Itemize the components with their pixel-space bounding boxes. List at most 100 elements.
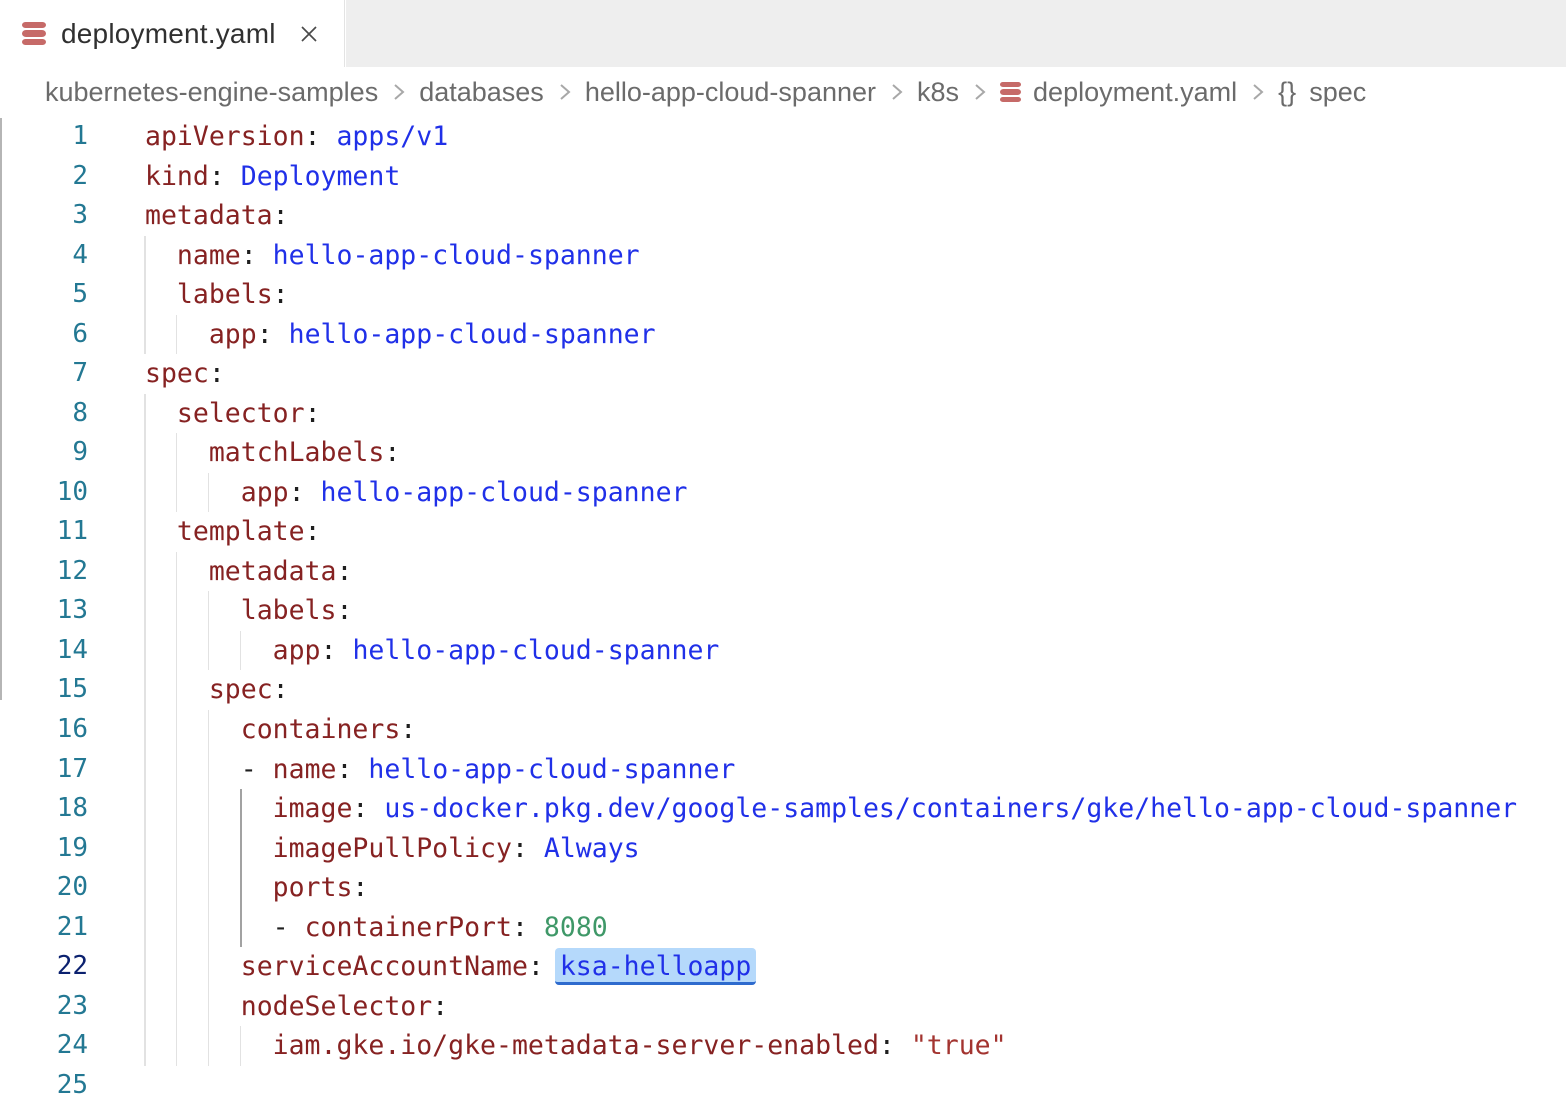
code-line-6[interactable]: 6 app: hello-app-cloud-spanner xyxy=(0,315,1566,355)
code-line-23[interactable]: 23 nodeSelector: xyxy=(0,987,1566,1027)
line-number[interactable]: 13 xyxy=(0,591,88,631)
breadcrumb-item-k8s[interactable]: k8s xyxy=(917,77,959,108)
line-number[interactable]: 21 xyxy=(0,908,88,948)
indent-guide xyxy=(144,275,146,315)
breadcrumb-item-spec[interactable]: spec xyxy=(1309,77,1366,108)
code-line-13[interactable]: 13 labels: xyxy=(0,591,1566,631)
code-line-2[interactable]: 2kind: Deployment xyxy=(0,157,1566,197)
code-token: spec xyxy=(209,674,273,705)
code-line-17[interactable]: 17 - name: hello-app-cloud-spanner xyxy=(0,750,1566,790)
breadcrumb-item-databases[interactable]: databases xyxy=(419,77,544,108)
line-number[interactable]: 14 xyxy=(0,631,88,671)
code-line-22[interactable]: 22 serviceAccountName: ksa-helloapp xyxy=(0,947,1566,987)
line-number[interactable]: 6 xyxy=(0,315,88,355)
indent-guide xyxy=(208,1026,210,1066)
indent-guide xyxy=(208,908,210,948)
indent-guide xyxy=(144,433,146,473)
code-line-5[interactable]: 5 labels: xyxy=(0,275,1566,315)
code-token: : xyxy=(512,912,544,943)
code-line-9[interactable]: 9 matchLabels: xyxy=(0,433,1566,473)
code-token: containers xyxy=(241,714,401,745)
code-token xyxy=(145,754,241,785)
line-number[interactable]: 18 xyxy=(0,789,88,829)
indent-guide xyxy=(208,750,210,790)
indent-guide xyxy=(240,631,242,671)
line-number[interactable]: 12 xyxy=(0,552,88,592)
line-number[interactable]: 23 xyxy=(0,987,88,1027)
line-number[interactable]: 3 xyxy=(0,196,88,236)
code-line-1[interactable]: 1apiVersion: apps/v1 xyxy=(0,117,1566,157)
code-line-25[interactable]: 25 xyxy=(0,1066,1566,1094)
line-number[interactable]: 11 xyxy=(0,512,88,552)
line-number[interactable]: 8 xyxy=(0,394,88,434)
indent-guide xyxy=(144,868,146,908)
code-line-18[interactable]: 18 image: us-docker.pkg.dev/google-sampl… xyxy=(0,789,1566,829)
code-line-16[interactable]: 16 containers: xyxy=(0,710,1566,750)
code-line-24[interactable]: 24 iam.gke.io/gke-metadata-server-enable… xyxy=(0,1026,1566,1066)
line-number[interactable]: 17 xyxy=(0,750,88,790)
code-line-11[interactable]: 11 template: xyxy=(0,512,1566,552)
code-token: apps/v1 xyxy=(336,121,448,152)
indent-guide xyxy=(176,987,178,1027)
line-number[interactable]: 16 xyxy=(0,710,88,750)
editor-left-sash[interactable] xyxy=(0,118,2,700)
code-token: nodeSelector xyxy=(241,991,432,1022)
line-number[interactable]: 1 xyxy=(0,117,88,157)
code-token: : xyxy=(432,991,448,1022)
indent-guide xyxy=(144,829,146,869)
code-token: app xyxy=(273,635,321,666)
line-number[interactable]: 15 xyxy=(0,670,88,710)
indent-guide xyxy=(144,750,146,790)
code-line-14[interactable]: 14 app: hello-app-cloud-spanner xyxy=(0,631,1566,671)
tab-bar: deployment.yaml xyxy=(0,0,1566,67)
indent-guide xyxy=(144,552,146,592)
code-token: matchLabels xyxy=(209,437,385,468)
code-line-3[interactable]: 3metadata: xyxy=(0,196,1566,236)
code-line-15[interactable]: 15 spec: xyxy=(0,670,1566,710)
code-editor[interactable]: 1apiVersion: apps/v12kind: Deployment3me… xyxy=(0,117,1566,1094)
breadcrumb-item-kubernetes-engine-samples[interactable]: kubernetes-engine-samples xyxy=(45,77,378,108)
indent-guide xyxy=(144,315,146,355)
close-tab-icon[interactable] xyxy=(294,19,324,49)
code-token: name xyxy=(177,240,241,271)
line-number[interactable]: 25 xyxy=(0,1066,88,1094)
indent-guide xyxy=(176,433,178,473)
chevron-right-icon xyxy=(557,79,572,105)
code-line-10[interactable]: 10 app: hello-app-cloud-spanner xyxy=(0,473,1566,513)
code-line-7[interactable]: 7spec: xyxy=(0,354,1566,394)
breadcrumb-item-deployment-yaml[interactable]: deployment.yaml xyxy=(1033,77,1237,108)
line-number[interactable]: 4 xyxy=(0,236,88,276)
line-number[interactable]: 19 xyxy=(0,829,88,869)
code-line-19[interactable]: 19 imagePullPolicy: Always xyxy=(0,829,1566,869)
indent-guide xyxy=(144,1026,146,1066)
indent-guide xyxy=(176,1026,178,1066)
line-number[interactable]: 22 xyxy=(0,947,88,987)
line-number[interactable]: 9 xyxy=(0,433,88,473)
indent-guide xyxy=(144,987,146,1027)
line-number[interactable]: 10 xyxy=(0,473,88,513)
braces-icon: {} xyxy=(1278,77,1296,108)
code-line-12[interactable]: 12 metadata: xyxy=(0,552,1566,592)
code-token: : xyxy=(879,1030,911,1061)
line-number[interactable]: 5 xyxy=(0,275,88,315)
code-token: kind xyxy=(145,161,209,192)
line-number[interactable]: 7 xyxy=(0,354,88,394)
indent-guide xyxy=(208,631,210,671)
yaml-database-icon xyxy=(22,22,46,46)
code-token: : xyxy=(209,161,241,192)
code-line-20[interactable]: 20 ports: xyxy=(0,868,1566,908)
line-number[interactable]: 24 xyxy=(0,1026,88,1066)
code-line-4[interactable]: 4 name: hello-app-cloud-spanner xyxy=(0,236,1566,276)
breadcrumb: kubernetes-engine-samples databases hell… xyxy=(0,67,1566,117)
indent-guide xyxy=(208,868,210,908)
code-line-8[interactable]: 8 selector: xyxy=(0,394,1566,434)
tab-deployment-yaml[interactable]: deployment.yaml xyxy=(0,0,345,67)
line-number[interactable]: 2 xyxy=(0,157,88,197)
code-line-21[interactable]: 21 - containerPort: 8080 xyxy=(0,908,1566,948)
line-number[interactable]: 20 xyxy=(0,868,88,908)
code-token xyxy=(145,951,241,982)
code-token: hello-app-cloud-spanner xyxy=(352,635,719,666)
code-token: "true" xyxy=(911,1030,1007,1061)
code-token: hello-app-cloud-spanner xyxy=(289,319,656,350)
breadcrumb-item-hello-app-cloud-spanner[interactable]: hello-app-cloud-spanner xyxy=(585,77,876,108)
